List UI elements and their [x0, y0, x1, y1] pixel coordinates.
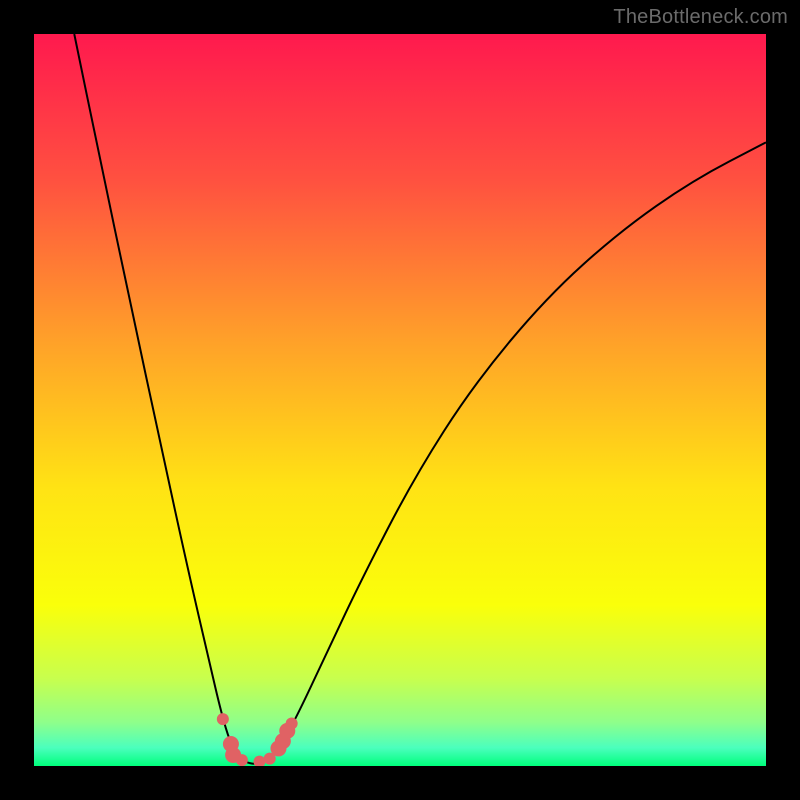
marker-dot — [217, 713, 229, 725]
gradient-background — [34, 34, 766, 766]
plot-area — [34, 34, 766, 766]
chart-frame: TheBottleneck.com — [0, 0, 800, 800]
marker-dot — [236, 754, 248, 766]
attribution-label: TheBottleneck.com — [613, 6, 788, 29]
bottleneck-chart — [34, 34, 766, 766]
marker-dot — [286, 718, 298, 730]
